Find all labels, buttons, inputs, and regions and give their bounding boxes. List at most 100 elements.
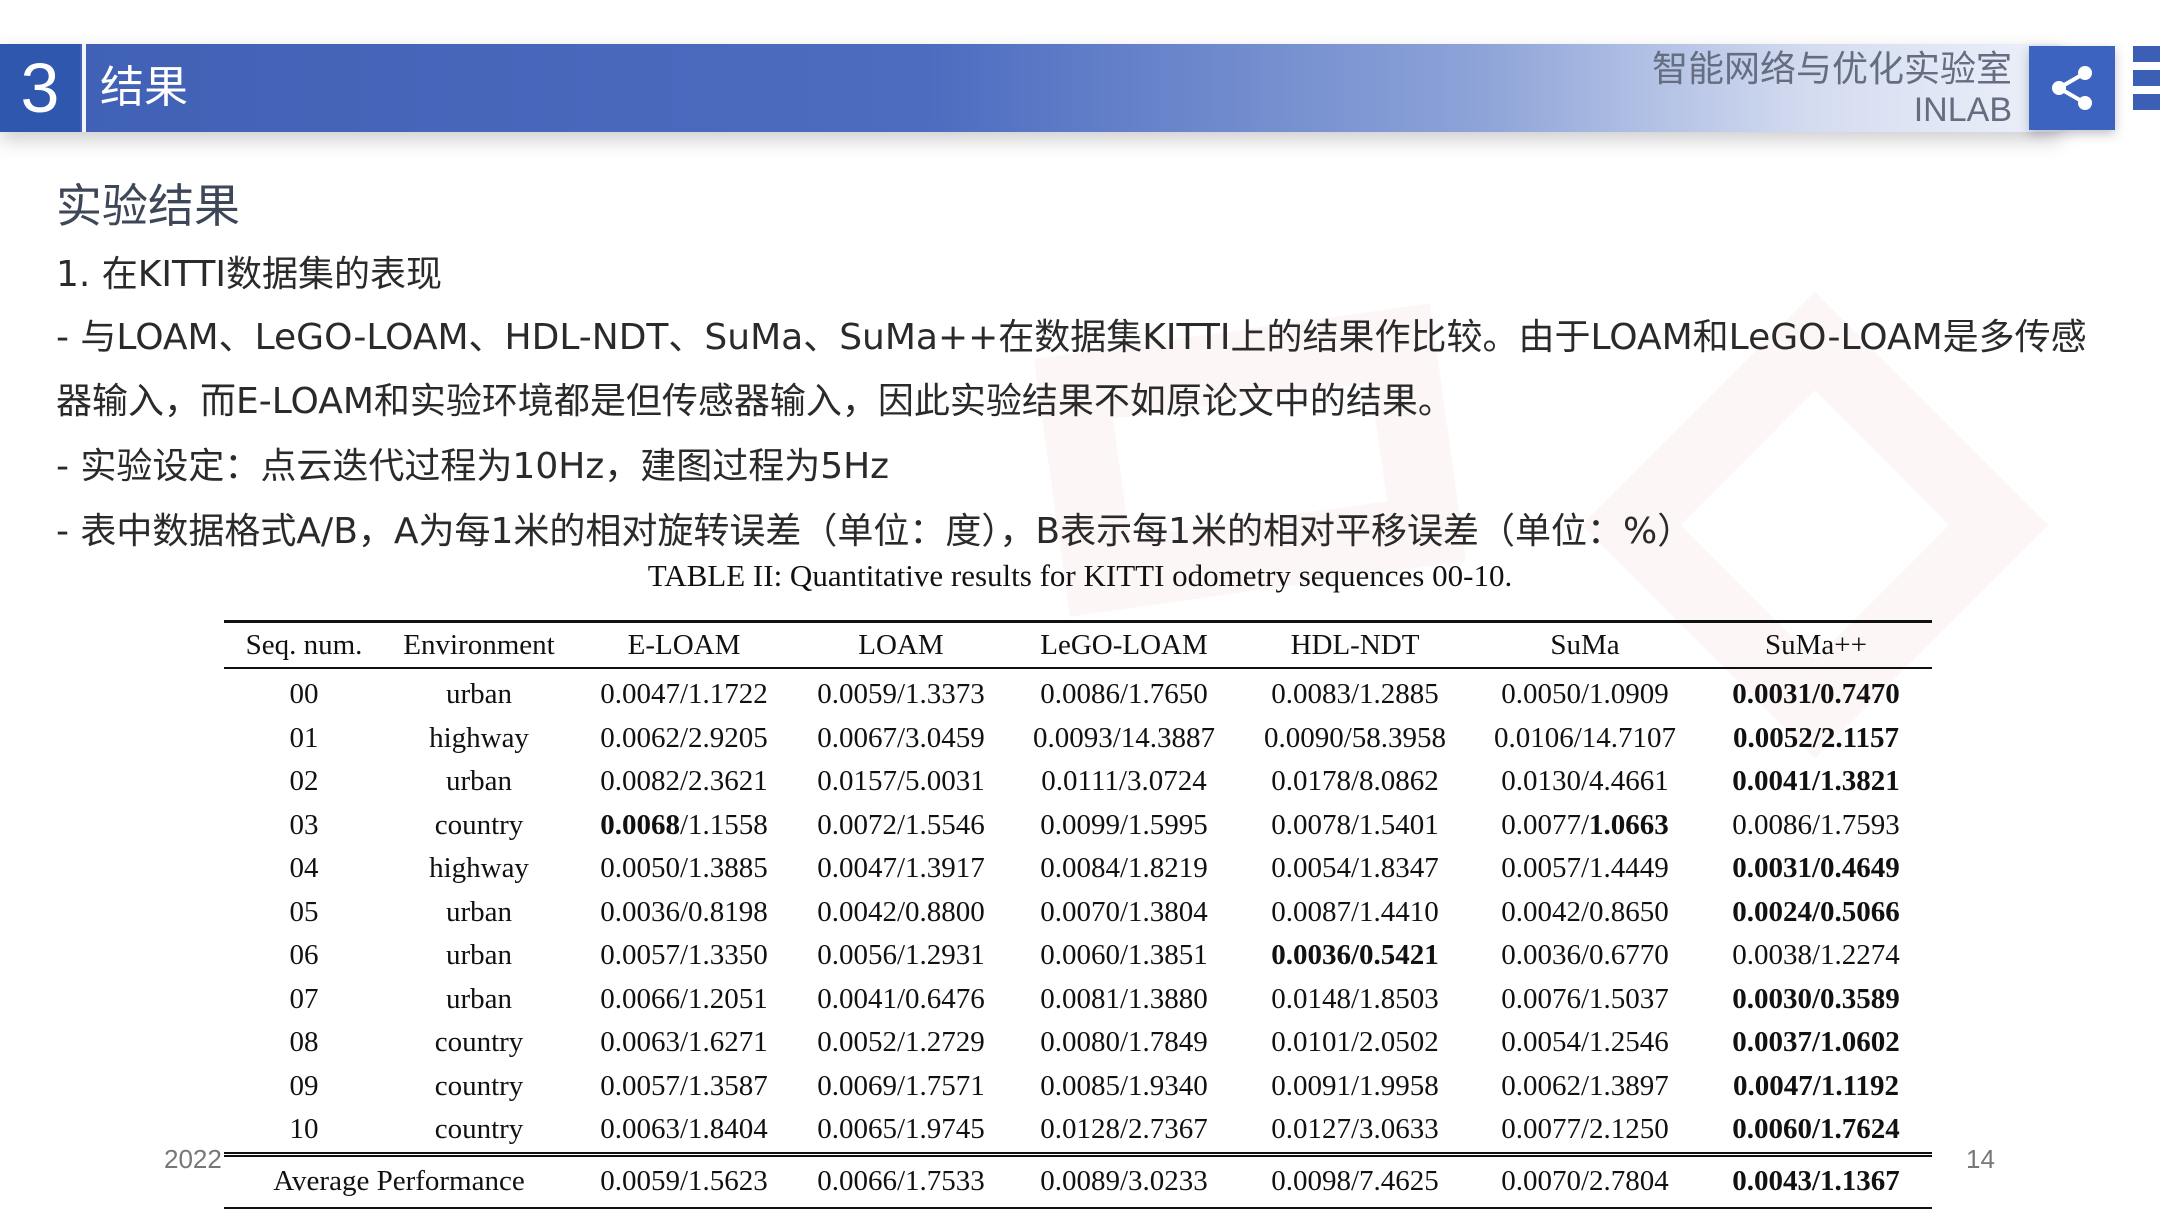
table-cell: 0.0077/2.1250 bbox=[1501, 1113, 1669, 1146]
paragraph-line: 器输入，而E-LOAM和实验环境都是但传感器输入，因此实验结果不如原论文中的结果… bbox=[56, 381, 1454, 422]
average-cell: 0.0066/1.7533 bbox=[817, 1165, 985, 1197]
table-cell: 0.0093/14.3887 bbox=[1032, 721, 1216, 754]
column-header: SuMa++ bbox=[1765, 628, 1867, 661]
table-cell: 0.0148/1.8503 bbox=[1271, 982, 1439, 1015]
table-cell: 0.0065/1.9745 bbox=[817, 1113, 985, 1146]
average-cell: 0.0089/3.0233 bbox=[1040, 1165, 1208, 1197]
average-cell-best: 0.0043/1.1367 bbox=[1732, 1165, 1900, 1197]
table-cell: 0.0069/1.7571 bbox=[817, 1069, 985, 1102]
table-cell: 0.0086/1.7650 bbox=[1040, 678, 1208, 711]
column-header: Seq. num. bbox=[245, 628, 363, 661]
table-row: 05 urban 0.0036/0.8198 0.0042/0.8800 0.0… bbox=[224, 891, 1932, 935]
table-cell: 04 bbox=[289, 852, 319, 885]
table-cell: 0.0036/0.6770 bbox=[1501, 939, 1669, 972]
table-cell: 0.0059/1.3373 bbox=[817, 678, 985, 711]
share-button[interactable] bbox=[2029, 46, 2115, 130]
table-cell: 0.0063/1.6271 bbox=[600, 1026, 768, 1059]
table-cell: 0.0078/1.5401 bbox=[1271, 808, 1439, 841]
table-cell: 0.0041/0.6476 bbox=[817, 982, 985, 1015]
table-cell: 0.0042/0.8650 bbox=[1501, 895, 1669, 928]
table-cell: 0.0057/1.3350 bbox=[600, 939, 768, 972]
table-cell: 03 bbox=[289, 808, 319, 841]
table-cell: 0.0062/2.9205 bbox=[600, 721, 768, 754]
table-cell-best: 0.0030/0.3589 bbox=[1732, 982, 1900, 1015]
section-title: 结果 bbox=[100, 62, 188, 113]
table-row: 04 highway 0.0050/1.3885 0.0047/1.3917 0… bbox=[224, 847, 1932, 891]
table-cell: 10 bbox=[289, 1113, 319, 1146]
table-cell-best: 0.0036/0.5421 bbox=[1271, 939, 1439, 972]
table-cell: 0.0042/0.8800 bbox=[817, 895, 985, 928]
table-cell: 0.0083/1.2885 bbox=[1271, 678, 1439, 711]
section-number: 3 bbox=[0, 44, 80, 132]
table-cell: 0.0047/1.3917 bbox=[817, 852, 985, 885]
table-cell: 0.0076/1.5037 bbox=[1501, 982, 1669, 1015]
table-cell: 0.0054/1.2546 bbox=[1501, 1026, 1669, 1059]
table-cell: urban bbox=[445, 895, 513, 928]
table-cell-best: 0.0037/1.0602 bbox=[1732, 1026, 1900, 1059]
average-cell: 0.0059/1.5623 bbox=[600, 1165, 768, 1197]
section-header-bar: 3 结果 智能网络与优化实验室 INLAB bbox=[0, 44, 2060, 132]
paragraph-line: - 表中数据格式A/B，A为每1米的相对旋转误差（单位：度），B表示每1米的相对… bbox=[56, 511, 1694, 552]
table-cell: 0.0052/1.2729 bbox=[817, 1026, 985, 1059]
table-row: 10 country 0.0063/1.8404 0.0065/1.9745 0… bbox=[224, 1108, 1932, 1154]
table-cell: 01 bbox=[289, 721, 319, 754]
table-cell: country bbox=[434, 1069, 524, 1102]
table-cell: 0.0086/1.7593 bbox=[1732, 808, 1900, 841]
side-menu-bars bbox=[2133, 46, 2160, 134]
table-cell: 08 bbox=[289, 1026, 319, 1059]
table-cell: 0.0054/1.8347 bbox=[1271, 852, 1439, 885]
table-cell: 0.0066/1.2051 bbox=[600, 982, 768, 1015]
table-cell: 0.0063/1.8404 bbox=[600, 1113, 768, 1146]
table-row: 06 urban 0.0057/1.3350 0.0056/1.2931 0.0… bbox=[224, 934, 1932, 978]
table-cell-best: 0.0041/1.3821 bbox=[1732, 765, 1900, 798]
table-cell: country bbox=[434, 1026, 524, 1059]
average-row: Average Performance 0.0059/1.5623 0.0066… bbox=[224, 1154, 1932, 1208]
lab-name: 智能网络与优化实验室 INLAB bbox=[1652, 50, 2012, 130]
table-cell: 0.0060/1.3851 bbox=[1040, 939, 1208, 972]
table-cell: 0.0099/1.5995 bbox=[1040, 808, 1208, 841]
table-cell: highway bbox=[429, 721, 529, 754]
table-cell: 0.0057/1.3587 bbox=[600, 1069, 768, 1102]
column-header: Environment bbox=[403, 628, 555, 661]
table-cell-best: 0.0052/2.1157 bbox=[1733, 721, 1899, 754]
table-cell-best: 0.0047/1.1192 bbox=[1733, 1069, 1899, 1102]
table-cell: 0.0130/4.4661 bbox=[1501, 765, 1669, 798]
table-cell: 0.0087/1.4410 bbox=[1271, 895, 1439, 928]
table-cell: 0.0070/1.3804 bbox=[1040, 895, 1208, 928]
table-cell: country bbox=[434, 808, 524, 841]
table-cell: 0.0101/2.0502 bbox=[1271, 1026, 1439, 1059]
table-header-row: Seq. num. Environment E-LOAM LOAM LeGO-L… bbox=[224, 621, 1932, 668]
table-cell: 0.0157/5.0031 bbox=[817, 765, 985, 798]
table-cell: 0.0082/2.3621 bbox=[600, 765, 768, 798]
table-cell-partial-best: 0.0068/1.1558 bbox=[600, 808, 768, 841]
table-cell: 09 bbox=[289, 1069, 319, 1102]
lab-abbreviation: INLAB bbox=[1913, 91, 2012, 129]
table-cell: highway bbox=[429, 852, 529, 885]
table-row: 09 country 0.0057/1.3587 0.0069/1.7571 0… bbox=[224, 1065, 1932, 1109]
table-cell: 06 bbox=[289, 939, 319, 972]
table-row: 08 country 0.0063/1.6271 0.0052/1.2729 0… bbox=[224, 1021, 1932, 1065]
table-cell: 0.0128/2.7367 bbox=[1040, 1113, 1208, 1146]
table-cell: urban bbox=[445, 939, 513, 972]
average-label: Average Performance bbox=[273, 1165, 525, 1197]
average-cell: 0.0070/2.7804 bbox=[1501, 1165, 1669, 1197]
table-row: 01 highway 0.0062/2.9205 0.0067/3.0459 0… bbox=[224, 717, 1932, 761]
table-cell: 0.0047/1.1722 bbox=[600, 678, 768, 711]
table-cell: 0.0056/1.2931 bbox=[817, 939, 985, 972]
section-divider bbox=[82, 44, 86, 132]
average-cell: 0.0098/7.4625 bbox=[1271, 1165, 1439, 1197]
table-cell: urban bbox=[445, 765, 513, 798]
table-cell: urban bbox=[445, 982, 513, 1015]
table-cell: 0.0106/14.7107 bbox=[1493, 721, 1677, 754]
table-cell-best: 0.0031/0.4649 bbox=[1732, 852, 1900, 885]
table-cell: 0.0050/1.0909 bbox=[1501, 678, 1669, 711]
table-cell: 02 bbox=[289, 765, 319, 798]
column-header: LeGO-LOAM bbox=[1040, 628, 1208, 661]
table-cell-best: 0.0060/1.7624 bbox=[1732, 1113, 1900, 1146]
table-cell: urban bbox=[445, 678, 513, 711]
table-cell: 0.0057/1.4449 bbox=[1501, 852, 1669, 885]
table-row: 07 urban 0.0066/1.2051 0.0041/0.6476 0.0… bbox=[224, 978, 1932, 1022]
table-cell: 0.0050/1.3885 bbox=[600, 852, 768, 885]
subheading: 1. 在KITTI数据集的表现 bbox=[56, 254, 442, 295]
table-row: 00 urban 0.0047/1.1722 0.0059/1.3373 0.0… bbox=[224, 668, 1932, 717]
